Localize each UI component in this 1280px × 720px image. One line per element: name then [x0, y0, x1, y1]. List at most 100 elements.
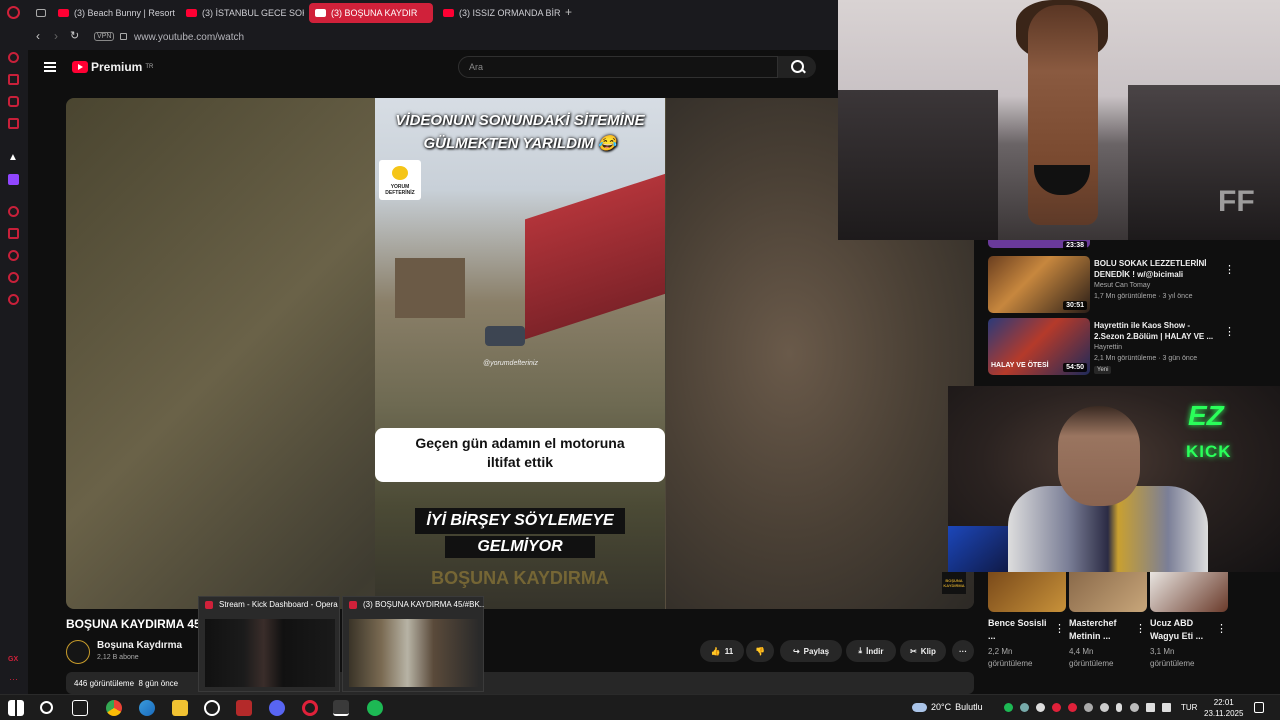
short-thumbnail: [1069, 572, 1147, 612]
sidebar-news-icon[interactable]: [8, 118, 19, 129]
hamburger-menu-icon[interactable]: [44, 62, 56, 72]
opera-icon[interactable]: [302, 700, 318, 716]
tray-alert-icon[interactable]: [1052, 703, 1061, 712]
edge-icon[interactable]: [139, 700, 155, 716]
clock-date: 23.11.2025: [1204, 709, 1244, 718]
clip-headline-1: VİDEONUN SONUNDAKİ SİTEMİNE: [395, 112, 645, 129]
tab-bosuna-kaydirma[interactable]: (3) BOŞUNA KAYDIR: [309, 3, 433, 23]
sidebar-bag-icon[interactable]: [8, 74, 19, 85]
sidebar-pin-icon[interactable]: [8, 228, 19, 239]
tray-app3-icon[interactable]: [1084, 703, 1093, 712]
sidebar-more-icon[interactable]: ···: [9, 674, 18, 684]
sidebar-chat-icon[interactable]: [8, 96, 19, 107]
new-tab-button[interactable]: +: [565, 5, 572, 19]
scissors-icon: ✂: [910, 646, 917, 656]
tray-spotify-icon[interactable]: [1004, 703, 1013, 712]
volume-icon[interactable]: [1162, 703, 1171, 712]
sidebar-messenger-icon[interactable]: [8, 52, 19, 63]
file-explorer-icon[interactable]: [172, 700, 188, 716]
obs-icon[interactable]: [204, 700, 220, 716]
sidebar-ai-icon[interactable]: ▲: [8, 152, 18, 163]
tab-istanbul[interactable]: (3) İSTANBUL GECE SOK: [180, 3, 304, 23]
spotify-icon[interactable]: [367, 700, 383, 716]
voicemeeter-icon[interactable]: [236, 700, 252, 716]
like-button[interactable]: 👍 11: [700, 640, 744, 662]
tab-beach-bunny[interactable]: (3) Beach Bunny | Resort: [52, 3, 176, 23]
more-options-icon[interactable]: ⋮: [1216, 622, 1227, 635]
short-meta: 4,4 Mn görüntüleme: [1069, 646, 1147, 670]
clip-label: Klip: [920, 646, 936, 656]
preview-thumbnail: [205, 619, 335, 687]
tab-overview-icon[interactable]: [36, 9, 46, 17]
share-button[interactable]: ↪ Paylaş: [780, 640, 842, 662]
sidebar-settings-icon[interactable]: [8, 294, 19, 305]
clip-button[interactable]: ✂ Klip: [900, 640, 946, 662]
back-icon[interactable]: ‹: [36, 29, 40, 43]
more-options-icon[interactable]: [1224, 260, 1227, 271]
network-icon[interactable]: [1146, 703, 1155, 712]
reload-icon[interactable]: ↻: [70, 29, 79, 42]
search-icon[interactable]: [40, 701, 53, 714]
tray-app5-icon[interactable]: [1130, 703, 1139, 712]
chrome-icon[interactable]: [106, 700, 122, 716]
recommended-video[interactable]: 30:51 BOLU SOKAK LEZZETLERİNİ DENEDİK ! …: [988, 256, 1278, 314]
sidebar-player-icon[interactable]: [8, 206, 19, 217]
short-item[interactable]: Bence Sosisli ... 2,2 Mn görüntüleme ⋮: [988, 572, 1066, 670]
tab-label: (3) ISSIZ ORMANDA BİR O: [459, 8, 561, 18]
vpn-badge[interactable]: VPN: [94, 32, 115, 41]
youtube-premium-logo[interactable]: Premium TR: [72, 60, 153, 74]
tray-app2-icon[interactable]: [1068, 703, 1077, 712]
tray-app4-icon[interactable]: [1100, 703, 1109, 712]
channel-avatar[interactable]: [66, 640, 90, 664]
sidebar-twitch-icon[interactable]: [8, 174, 19, 185]
lock-icon: [120, 33, 127, 40]
sidebar-gx-icon[interactable]: GX: [8, 656, 18, 663]
tab-issiz-ormanda[interactable]: (3) ISSIZ ORMANDA BİR O: [437, 3, 561, 23]
language-indicator[interactable]: TUR: [1181, 703, 1197, 712]
preview-title: (3) BOŞUNA KAYDIRMA 45/#BK...: [363, 600, 485, 609]
sidebar-downloads-icon[interactable]: [8, 272, 19, 283]
notification-icon[interactable]: [1254, 702, 1264, 713]
opera-sidebar: ▲ GX ···: [0, 26, 28, 694]
channel-name[interactable]: Boşuna Kaydırma: [97, 640, 182, 651]
discord-icon[interactable]: [269, 700, 285, 716]
tray-game-icon[interactable]: [1036, 703, 1045, 712]
tray-app-icon[interactable]: [1020, 703, 1029, 712]
short-item[interactable]: Ucuz ABD Wagyu Eti ... 3,1 Mn görüntüleme…: [1150, 572, 1228, 670]
opera-logo-icon[interactable]: [7, 6, 20, 19]
download-button[interactable]: ⤓ İndir: [846, 640, 896, 662]
url-field[interactable]: www.youtube.com/watch: [134, 32, 244, 43]
weather-condition: Bulutlu: [955, 702, 983, 712]
logo-region: TR: [145, 64, 154, 70]
house: [395, 258, 465, 318]
more-actions-button[interactable]: ···: [952, 640, 974, 662]
microphone-icon[interactable]: [1116, 703, 1122, 712]
start-icon[interactable]: [8, 700, 24, 716]
more-options-icon[interactable]: ⋮: [1054, 622, 1065, 635]
search-input[interactable]: Ara: [458, 56, 778, 78]
short-views-label: görüntüleme: [1150, 659, 1195, 668]
short-views: 3,1 Mn: [1150, 647, 1175, 656]
taskbar-preview-youtube[interactable]: (3) BOŞUNA KAYDIRMA 45/#BK...: [342, 596, 485, 692]
recommended-title: BOLU SOKAK LEZZETLERİNİ DENEDİK ! w/@bic…: [1094, 259, 1207, 279]
dislike-button[interactable]: 👎: [746, 640, 774, 662]
forward-icon[interactable]: ›: [54, 29, 58, 43]
weather-widget[interactable]: 20°C Bulutlu: [912, 702, 983, 712]
recommended-thumbnail-partial[interactable]: 23:38: [988, 240, 1090, 250]
recommended-video[interactable]: HALAY VE ÖTESİ 54:50 Hayrettin ile Kaos …: [988, 318, 1278, 376]
short-item[interactable]: Masterchef Metinin ... 4,4 Mn görüntüleme…: [1069, 572, 1147, 670]
taskbar-preview-kick[interactable]: Stream - Kick Dashboard - Opera: [198, 596, 340, 692]
more-options-icon[interactable]: ⋮: [1135, 622, 1146, 635]
search-button[interactable]: [778, 56, 816, 78]
opera-gx-icon[interactable]: [333, 700, 349, 716]
youtube-header: Premium TR Ara: [28, 50, 838, 88]
streamer-head: [1058, 406, 1140, 506]
subscriber-count: 2,12 B abone: [97, 654, 139, 661]
sidebar-history-icon[interactable]: [8, 250, 19, 261]
clock-time: 22:01: [1213, 698, 1234, 707]
runway-watermark: FF: [1218, 185, 1255, 218]
clock[interactable]: 22:01 23.11.2025: [1204, 697, 1243, 719]
like-count: 11: [724, 646, 734, 656]
more-options-icon[interactable]: [1224, 322, 1227, 333]
task-view-icon[interactable]: [72, 700, 88, 716]
